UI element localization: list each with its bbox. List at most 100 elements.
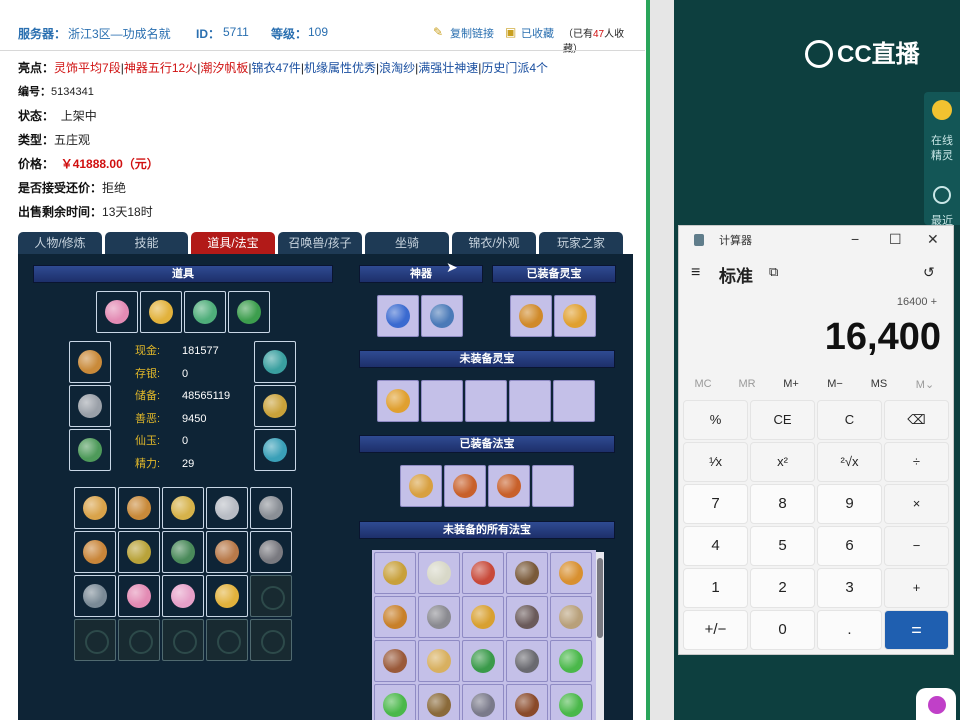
side-sprite-label[interactable]: 精灵: [924, 147, 960, 163]
item-slot[interactable]: [69, 341, 111, 383]
digit-2-button[interactable]: 2: [750, 568, 815, 608]
item-slot[interactable]: [118, 575, 160, 617]
empty-slot[interactable]: [421, 380, 463, 422]
item-slot[interactable]: [74, 487, 116, 529]
item-slot[interactable]: [374, 684, 416, 720]
item-slot[interactable]: [254, 385, 296, 427]
digit-6-button[interactable]: 6: [817, 526, 882, 566]
square-button[interactable]: x²: [750, 442, 815, 482]
item-slot[interactable]: [510, 295, 552, 337]
item-slot[interactable]: [162, 531, 204, 573]
item-slot[interactable]: [377, 380, 419, 422]
close-icon[interactable]: ✕: [927, 231, 939, 248]
hamburger-menu-icon[interactable]: ≡: [691, 264, 700, 282]
keep-on-top-icon[interactable]: ⧉: [769, 264, 778, 280]
digit-0-button[interactable]: 0: [750, 610, 815, 650]
memory-add-button[interactable]: M+: [771, 378, 811, 390]
item-slot[interactable]: [400, 465, 442, 507]
fabao-scrollbar[interactable]: [596, 552, 604, 720]
item-slot[interactable]: [206, 487, 248, 529]
highlight-6[interactable]: 浪淘纱: [379, 61, 415, 75]
item-slot[interactable]: [550, 596, 592, 638]
assistant-icon[interactable]: [916, 688, 956, 720]
negate-button[interactable]: +/−: [683, 610, 748, 650]
clear-button[interactable]: C: [817, 400, 882, 440]
item-slot[interactable]: [118, 487, 160, 529]
copy-link-button[interactable]: 复制链接: [450, 25, 494, 41]
item-slot[interactable]: [418, 640, 460, 682]
item-slot[interactable]: [74, 575, 116, 617]
square-root-button[interactable]: ²√x: [817, 442, 882, 482]
item-slot[interactable]: [418, 596, 460, 638]
tab-character[interactable]: 人物/修炼: [18, 232, 102, 254]
memory-list-button[interactable]: M⌄: [905, 378, 945, 391]
item-slot[interactable]: [444, 465, 486, 507]
equals-button[interactable]: =: [884, 610, 949, 650]
sprite-icon[interactable]: [932, 100, 952, 120]
item-slot[interactable]: [506, 596, 548, 638]
item-slot[interactable]: [206, 575, 248, 617]
tab-items[interactable]: 道具/法宝: [191, 232, 275, 254]
item-slot[interactable]: [250, 487, 292, 529]
backspace-button[interactable]: ⌫: [884, 400, 949, 440]
empty-slot[interactable]: [118, 619, 160, 661]
add-button[interactable]: +: [884, 568, 949, 608]
item-slot[interactable]: [118, 531, 160, 573]
item-slot[interactable]: [140, 291, 182, 333]
memory-subtract-button[interactable]: M−: [815, 378, 855, 390]
memory-recall-button[interactable]: MR: [727, 378, 767, 390]
digit-8-button[interactable]: 8: [750, 484, 815, 524]
item-slot[interactable]: [254, 429, 296, 471]
tab-summons[interactable]: 召唤兽/孩子: [278, 232, 362, 254]
item-slot[interactable]: [74, 531, 116, 573]
memory-store-button[interactable]: MS: [859, 378, 899, 390]
percent-button[interactable]: %: [683, 400, 748, 440]
tab-home[interactable]: 玩家之家: [539, 232, 623, 254]
item-slot[interactable]: [374, 640, 416, 682]
empty-slot[interactable]: [553, 380, 595, 422]
empty-slot[interactable]: [74, 619, 116, 661]
item-slot[interactable]: [162, 575, 204, 617]
item-slot[interactable]: [506, 552, 548, 594]
item-slot[interactable]: [506, 640, 548, 682]
item-slot[interactable]: [550, 684, 592, 720]
digit-1-button[interactable]: 1: [683, 568, 748, 608]
item-slot[interactable]: [374, 552, 416, 594]
item-slot[interactable]: [250, 531, 292, 573]
browser-scrollbar[interactable]: [646, 0, 674, 720]
divide-button[interactable]: ÷: [884, 442, 949, 482]
item-slot[interactable]: [374, 596, 416, 638]
highlight-4[interactable]: 锦衣47件: [251, 61, 300, 75]
item-slot[interactable]: [96, 291, 138, 333]
digit-4-button[interactable]: 4: [683, 526, 748, 566]
empty-slot[interactable]: [509, 380, 551, 422]
item-slot[interactable]: [69, 385, 111, 427]
highlight-5[interactable]: 机缘属性优秀: [304, 61, 376, 75]
item-slot[interactable]: [69, 429, 111, 471]
item-slot[interactable]: [162, 487, 204, 529]
clock-icon[interactable]: [933, 186, 951, 204]
digit-3-button[interactable]: 3: [817, 568, 882, 608]
highlight-8[interactable]: 历史门派4个: [481, 61, 548, 75]
reciprocal-button[interactable]: ¹⁄x: [683, 442, 748, 482]
history-icon[interactable]: ↺: [923, 264, 935, 281]
item-slot[interactable]: [421, 295, 463, 337]
item-slot[interactable]: [206, 531, 248, 573]
item-slot[interactable]: [418, 552, 460, 594]
item-slot[interactable]: [462, 684, 504, 720]
favorite-button[interactable]: 已收藏: [521, 25, 554, 41]
empty-slot[interactable]: [162, 619, 204, 661]
item-slot[interactable]: [377, 295, 419, 337]
item-slot[interactable]: [462, 596, 504, 638]
clear-entry-button[interactable]: CE: [750, 400, 815, 440]
tab-skills[interactable]: 技能: [105, 232, 188, 254]
digit-5-button[interactable]: 5: [750, 526, 815, 566]
tab-mounts[interactable]: 坐骑: [365, 232, 449, 254]
decimal-button[interactable]: .: [817, 610, 882, 650]
item-slot[interactable]: [228, 291, 270, 333]
maximize-icon[interactable]: ☐: [889, 231, 902, 248]
empty-slot[interactable]: [206, 619, 248, 661]
item-slot[interactable]: [550, 552, 592, 594]
empty-slot[interactable]: [465, 380, 507, 422]
item-slot[interactable]: [254, 341, 296, 383]
